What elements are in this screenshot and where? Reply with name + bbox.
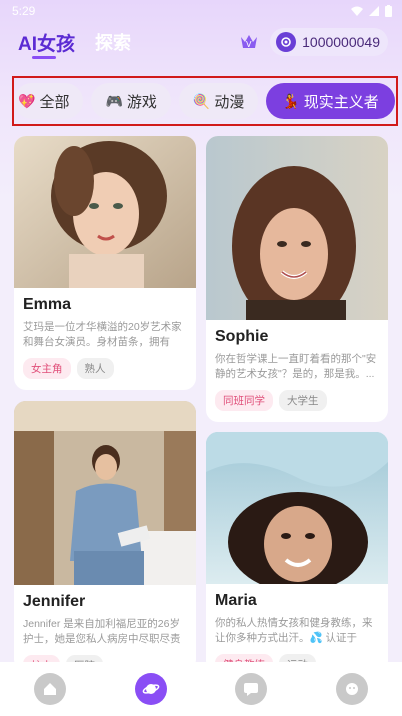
tab-ai-girls[interactable]: AI女孩: [18, 29, 75, 59]
tag: 运动: [279, 654, 316, 662]
character-grid: Emma 艾玛是一位才华横溢的20岁艺术家和舞台女演员。身材苗条，拥有金... …: [14, 136, 390, 662]
card-info: Jennifer Jennifer 是来自加利福尼亚的26岁护士，她是您私人病房…: [14, 585, 196, 662]
tag-list: 同班同学 大学生: [215, 390, 379, 411]
character-name: Sophie: [215, 328, 269, 345]
top-header: AI女孩 探索 V 1000000049: [0, 22, 402, 62]
filter-chip-anime[interactable]: 🍭 动漫: [178, 83, 259, 119]
character-photo: [206, 432, 388, 592]
character-photo: [14, 136, 196, 288]
coin-icon: [276, 32, 297, 52]
lollipop-icon: 🍭: [192, 92, 211, 109]
signal-icon: [369, 6, 379, 16]
nav-discover-button[interactable]: [134, 673, 167, 705]
bottom-navigation: [0, 662, 402, 716]
tag: 熟人: [76, 358, 114, 379]
character-description: 你在哲学课上一直盯着看的那个"安静的艺术女孩"？是的，那是我。...: [215, 353, 377, 380]
gamepad-icon: 🎮: [105, 92, 123, 109]
character-card-maria[interactable]: Maria 你的私人热情女孩和健身教练，来让你多种方式出汗。💦 认证于 HIIT…: [206, 432, 388, 662]
character-card-jennifer[interactable]: Jennifer Jennifer 是来自加利福尼亚的26岁护士，她是您私人病房…: [14, 401, 196, 662]
status-bar: 5:29: [0, 0, 402, 22]
filter-chip-label: 现实主义者: [303, 93, 379, 111]
character-name: Jennifer: [23, 593, 86, 610]
character-photo: [206, 136, 388, 326]
card-info: Maria 你的私人热情女孩和健身教练，来让你多种方式出汗。💦 认证于 HIIT…: [206, 584, 388, 662]
tag-list: 护士 医院: [23, 655, 187, 662]
card-info: Emma 艾玛是一位才华横溢的20岁艺术家和舞台女演员。身材苗条，拥有金... …: [14, 288, 196, 379]
status-time: 5:29: [12, 4, 36, 18]
tag: 大学生: [279, 390, 327, 411]
character-name: Maria: [215, 592, 257, 609]
filter-chip-label: 全部: [39, 93, 70, 111]
character-card-sophie[interactable]: Sophie 你在哲学课上一直盯着看的那个"安静的艺术女孩"？是的，那是我。..…: [206, 136, 388, 422]
nav-profile-button[interactable]: [335, 673, 368, 705]
planet-icon: [142, 684, 160, 694]
tag-list: 女主角 熟人: [23, 358, 187, 379]
filter-chip-realistic[interactable]: 💃 现实主义者: [266, 83, 395, 119]
coin-amount: 1000000049: [302, 34, 380, 50]
card-info: Sophie 你在哲学课上一直盯着看的那个"安静的艺术女孩"？是的，那是我。..…: [206, 320, 388, 411]
category-filter-bar: 💖 全部 🎮 游戏 🍭 动漫 💃 现实主义者: [12, 76, 398, 126]
nav-home-button[interactable]: [34, 673, 67, 705]
filter-chip-games[interactable]: 🎮 游戏: [91, 83, 171, 119]
character-description: Jennifer 是来自加利福尼亚的26岁护士，她是您私人病房中尽职尽责的...: [23, 618, 181, 645]
tag: 女主角: [23, 358, 71, 379]
profile-icon: [345, 683, 358, 695]
battery-icon: [385, 5, 392, 17]
status-icons: [351, 5, 392, 17]
home-icon: [44, 683, 57, 695]
character-description: 艾玛是一位才华横溢的20岁艺术家和舞台女演员。身材苗条，拥有金...: [23, 321, 182, 348]
svg-text:V: V: [246, 40, 252, 49]
wifi-icon: [351, 6, 363, 16]
character-card-emma[interactable]: Emma 艾玛是一位才华横溢的20岁艺术家和舞台女演员。身材苗条，拥有金... …: [14, 136, 196, 390]
tag: 护士: [23, 655, 60, 662]
tab-explore[interactable]: 探索: [95, 29, 131, 55]
filter-chip-label: 动漫: [214, 93, 245, 111]
coin-balance[interactable]: 1000000049: [270, 28, 388, 56]
character-photo: [14, 401, 196, 585]
character-name: Emma: [23, 296, 72, 313]
nav-chat-button[interactable]: [235, 673, 268, 705]
dancer-icon: 💃: [282, 92, 300, 109]
tag-list: 健身教练 运动: [215, 654, 379, 662]
chat-icon: [244, 683, 259, 696]
tag: 医院: [66, 655, 103, 662]
vip-icon[interactable]: V: [238, 31, 260, 53]
filter-chip-all[interactable]: 💖 全部: [14, 83, 84, 119]
tag: 健身教练: [215, 654, 273, 662]
filter-chip-label: 游戏: [126, 93, 157, 111]
character-description: 你的私人热情女孩和健身教练，来让你多种方式出汗。💦 认证于 HIIT ...: [215, 617, 373, 644]
heart-icon: 💖: [18, 92, 36, 109]
tag: 同班同学: [215, 390, 273, 411]
